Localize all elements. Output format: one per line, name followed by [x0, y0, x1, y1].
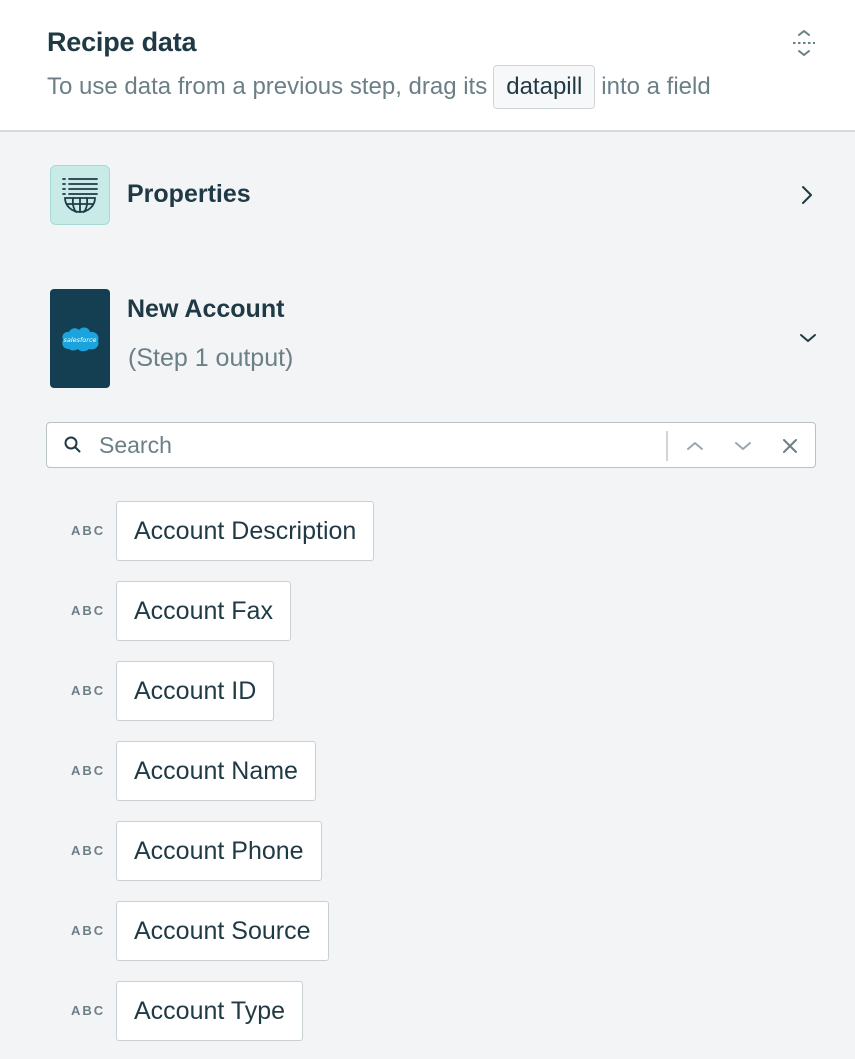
datapill-search-box — [46, 422, 816, 468]
datapill-row: ABC Account Type — [0, 981, 855, 1041]
collapse-vertical-icon[interactable] — [789, 28, 819, 58]
search-input[interactable] — [99, 427, 699, 463]
string-type-label: ABC — [71, 603, 106, 618]
string-type-label: ABC — [71, 523, 106, 538]
string-type-label: ABC — [71, 923, 106, 938]
next-match-button[interactable] — [727, 430, 759, 462]
datapill-row: ABC Account Phone — [0, 821, 855, 881]
salesforce-logo-icon: salesforce — [50, 289, 110, 388]
datapill-row: ABC Account Description — [0, 501, 855, 561]
new-account-subtitle: (Step 1 output) — [128, 344, 294, 372]
panel-title: Recipe data — [47, 27, 197, 57]
string-type-label: ABC — [71, 683, 106, 698]
hint-text-after: into a field — [601, 73, 711, 100]
new-account-title: New Account — [127, 295, 285, 323]
new-account-section-header[interactable]: salesforce New Account (Step 1 output) — [0, 289, 855, 389]
string-type-label: ABC — [71, 1003, 106, 1018]
search-icon — [63, 435, 83, 455]
search-divider — [666, 431, 668, 461]
properties-section-header[interactable]: Properties — [0, 160, 855, 230]
chevron-right-icon — [796, 182, 818, 208]
datapill-row: ABC Account Fax — [0, 581, 855, 641]
datapill-row: ABC Account Name — [0, 741, 855, 801]
datapill-chip: datapill — [493, 65, 596, 109]
properties-title: Properties — [127, 180, 251, 208]
datapill[interactable]: Account Source — [116, 901, 329, 961]
chevron-down-icon — [796, 327, 820, 349]
datapill[interactable]: Account ID — [116, 661, 275, 721]
recipe-data-header: Recipe data To use data from a previous … — [0, 0, 855, 132]
hint-text-before: To use data from a previous step, drag i… — [47, 73, 488, 100]
datapill[interactable]: Account Description — [116, 501, 375, 561]
salesforce-logo-text: salesforce — [63, 336, 96, 344]
clear-search-button[interactable] — [774, 430, 806, 462]
previous-match-button[interactable] — [679, 430, 711, 462]
list-globe-icon — [50, 165, 110, 225]
string-type-label: ABC — [71, 843, 106, 858]
datapill[interactable]: Account Phone — [116, 821, 322, 881]
datapill[interactable]: Account Type — [116, 981, 304, 1041]
datapill[interactable]: Account Name — [116, 741, 316, 801]
panel-hint: To use data from a previous step, drag i… — [47, 64, 711, 110]
datapill[interactable]: Account Fax — [116, 581, 291, 641]
datapill-row: ABC Account Source — [0, 901, 855, 961]
datapill-row: ABC Account ID — [0, 661, 855, 721]
string-type-label: ABC — [71, 763, 106, 778]
